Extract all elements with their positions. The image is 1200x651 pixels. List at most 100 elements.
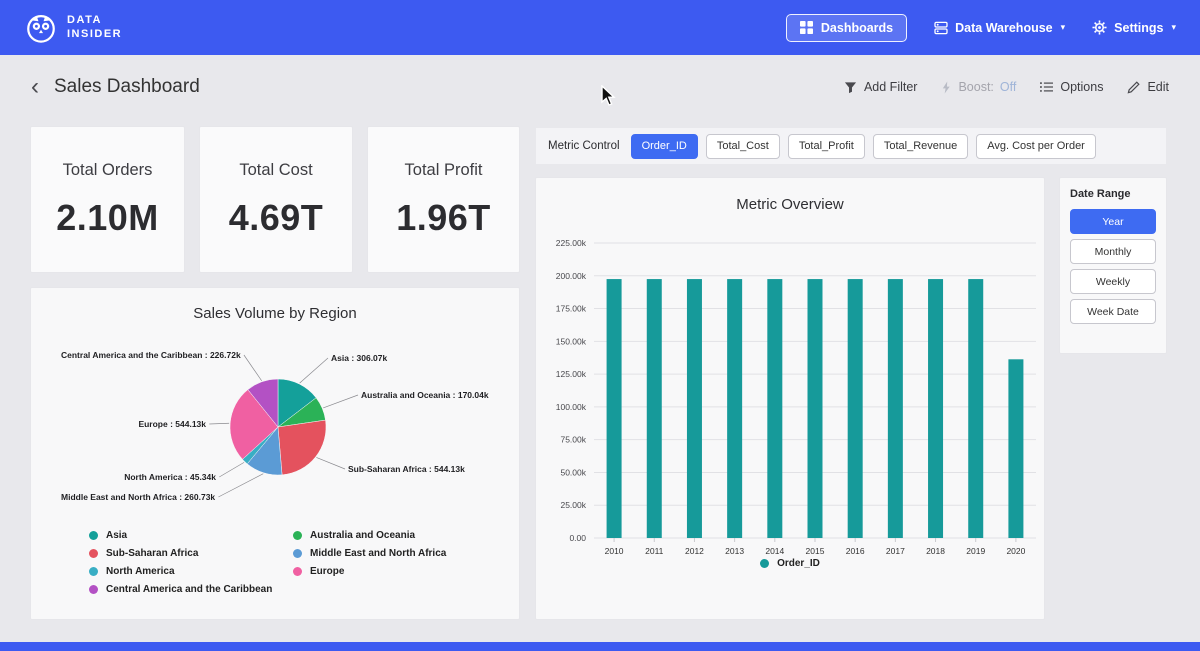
metric-control-panel: Metric Control Order_ID Total_Cost Total_P… [535,127,1167,165]
date-range-button-year[interactable]: Year [1070,209,1156,234]
legend-label: Sub-Saharan Africa [106,548,198,559]
bar-2015[interactable] [808,279,823,538]
legend-column: Asia Sub-Saharan Africa North America Centr… [89,530,293,602]
x-tick-label: 2020 [1006,546,1025,556]
date-range-button-weekly[interactable]: Weekly [1070,269,1156,294]
bar-chart[interactable]: 225.00k200.00k175.00k150.00k125.00k100.0… [536,223,1046,558]
brand-text: DATA INSIDER [67,14,122,42]
date-range-button-monthly[interactable]: Monthly [1070,239,1156,264]
nav-settings-button[interactable]: Settings ▾ [1092,20,1176,35]
legend-label: North America [106,566,175,577]
legend-label: Middle East and North Africa [310,548,446,559]
pie-leader-line [316,457,345,469]
legend-item-europe[interactable]: Europe [293,566,446,577]
bolt-icon [941,81,952,94]
nav-settings-label: Settings [1114,21,1163,35]
metric-buttons: Order_ID Total_Cost Total_Profit Total_Reve… [631,134,1104,159]
bar-2013[interactable] [727,279,742,538]
filter-icon [844,81,857,94]
legend-dot [89,549,98,558]
nav-dashboards-label: Dashboards [821,21,893,35]
kpi-label: Total Orders [63,161,153,180]
bar-2014[interactable] [767,279,782,538]
nav-dashboards-button[interactable]: Dashboards [786,14,907,42]
back-button[interactable]: ‹ [31,75,39,99]
y-tick-label: 150.00k [556,336,587,346]
pencil-icon [1127,81,1140,94]
kpi-value: 4.69T [229,197,324,239]
nav-data-warehouse-button[interactable]: Data Warehouse ▾ [934,21,1065,35]
bar-2020[interactable] [1008,359,1023,538]
pie-legend: Asia Sub-Saharan Africa North America Centr… [31,530,519,602]
pie-label: Central America and the Caribbean : 226.… [61,350,241,360]
top-navbar: DATA INSIDER Dashboards [0,0,1200,55]
legend-item-asia[interactable]: Asia [89,530,293,541]
database-icon [934,21,948,35]
x-tick-label: 2010 [605,546,624,556]
legend-item-north-america[interactable]: North America [89,566,293,577]
list-icon [1040,81,1053,93]
pie-label: Asia : 306.07k [331,353,388,363]
date-range-label: Date Range [1070,188,1156,200]
y-tick-label: 125.00k [556,369,587,379]
metric-button-order-id[interactable]: Order_ID [631,134,698,159]
pie-chart-card: Sales Volume by Region Asia : 306.07kAus… [30,287,520,620]
bar-2016[interactable] [848,279,863,538]
pie-label: North America : 45.34k [124,472,216,482]
boost-toggle[interactable]: Boost: Off [941,80,1016,94]
legend-item-australia-and-oceania[interactable]: Australia and Oceania [293,530,446,541]
metric-button-total-cost[interactable]: Total_Cost [706,134,780,159]
kpi-label: Total Cost [239,161,312,180]
bar-chart-card: Metric Overview 225.00k200.00k175.00k150… [535,177,1045,620]
y-tick-label: 0.00 [569,533,586,543]
nav-data-warehouse-label: Data Warehouse [955,21,1052,35]
brand-line1: DATA [67,14,122,28]
chevron-down-icon: ▾ [1061,22,1066,33]
pie-leader-line [300,358,328,383]
bar-2017[interactable] [888,279,903,538]
options-label: Options [1060,80,1103,94]
add-filter-button[interactable]: Add Filter [844,80,918,94]
legend-item-middle-east-and-north-africa[interactable]: Middle East and North Africa [293,548,446,559]
date-range-buttons: Year Monthly Weekly Week Date [1070,209,1156,324]
metric-control-label: Metric Control [548,140,620,152]
header-actions: Add Filter Boost: Off Options [820,80,1169,94]
edit-button[interactable]: Edit [1127,80,1169,94]
bar-legend-item-order-id[interactable]: Order_ID [760,558,820,569]
metric-button-total-revenue[interactable]: Total_Revenue [873,134,968,159]
kpi-value: 2.10M [56,197,159,239]
metric-button-total-profit[interactable]: Total_Profit [788,134,865,159]
y-tick-label: 75.00k [560,435,586,445]
legend-item-central-america-and-the-caribbean[interactable]: Central America and the Caribbean [89,584,293,595]
y-tick-label: 225.00k [556,238,587,248]
options-button[interactable]: Options [1040,80,1103,94]
x-tick-label: 2013 [725,546,744,556]
edit-label: Edit [1147,80,1169,94]
legend-dot [89,585,98,594]
pie-chart[interactable]: Asia : 306.07k Australia and Oceania : 17… [31,330,521,520]
footer-bar [0,642,1200,651]
metric-button-avg-cost-per-order[interactable]: Avg. Cost per Order [976,134,1096,159]
date-range-button-week-date[interactable]: Week Date [1070,299,1156,324]
x-tick-label: 2018 [926,546,945,556]
legend-dot [293,567,302,576]
bar-2018[interactable] [928,279,943,538]
pie-leader-line [219,462,244,477]
bar-2010[interactable] [607,279,622,538]
y-tick-label: 175.00k [556,304,587,314]
y-tick-label: 100.00k [556,402,587,412]
boost-label: Boost: [958,80,993,94]
chevron-down-icon: ▾ [1171,22,1176,33]
y-tick-label: 50.00k [560,467,586,477]
bar-2012[interactable] [687,279,702,538]
bar-2019[interactable] [968,279,983,538]
add-filter-label: Add Filter [864,80,918,94]
x-tick-label: 2019 [966,546,985,556]
pie-slice-sub-saharan-africa[interactable] [278,420,326,475]
legend-label: Europe [310,566,344,577]
pie-leader-line [209,423,229,424]
pie-label: Australia and Oceania : 170.04k [361,390,489,400]
legend-item-sub-saharan-africa[interactable]: Sub-Saharan Africa [89,548,293,559]
bar-2011[interactable] [647,279,662,538]
x-tick-label: 2017 [886,546,905,556]
